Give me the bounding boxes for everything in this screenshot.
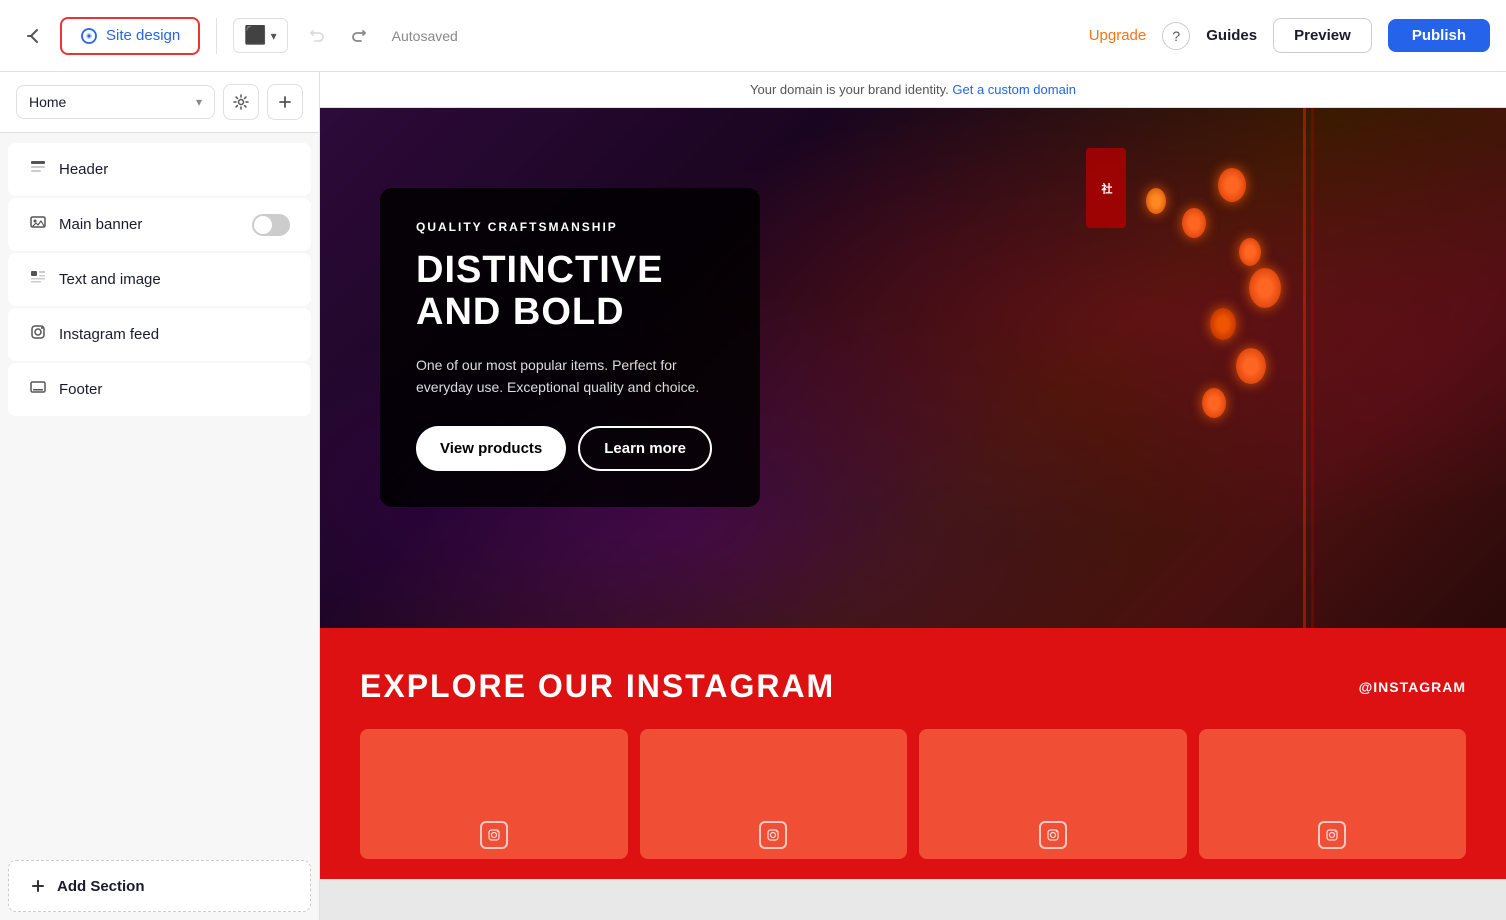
signage: 社	[1086, 148, 1126, 228]
sidebar-item-text-and-image[interactable]: Text and image	[8, 253, 311, 306]
instagram-card-1[interactable]	[360, 729, 628, 859]
guides-button[interactable]: Guides	[1206, 27, 1257, 44]
instagram-card-4[interactable]	[1199, 729, 1467, 859]
upgrade-link[interactable]: Upgrade	[1089, 27, 1147, 44]
instagram-card-3[interactable]	[919, 729, 1187, 859]
help-icon: ?	[1172, 28, 1180, 44]
canvas-area: Your domain is your brand identity. Get …	[320, 72, 1506, 920]
device-selector[interactable]: ⬛ ▾	[233, 18, 287, 53]
instagram-feed-label: Instagram feed	[59, 326, 159, 343]
lantern-6	[1210, 308, 1236, 340]
hero-description: One of our most popular items. Perfect f…	[416, 354, 724, 399]
lantern-5	[1249, 268, 1281, 308]
text-and-image-icon	[29, 268, 47, 291]
main-banner-toggle-area	[252, 214, 290, 236]
instagram-card-icon-2	[759, 821, 787, 849]
redo-button[interactable]	[340, 18, 376, 54]
publish-button[interactable]: Publish	[1388, 19, 1490, 52]
top-bar-right: Upgrade ? Guides Preview Publish	[1089, 18, 1490, 53]
instagram-card-2[interactable]	[640, 729, 908, 859]
sidebar-item-instagram-feed[interactable]: Instagram feed	[8, 308, 311, 361]
instagram-handle: @INSTAGRAM	[1359, 679, 1466, 695]
lantern-4	[1146, 188, 1166, 214]
instagram-card-icon-3	[1039, 821, 1067, 849]
instagram-feed-icon	[29, 323, 47, 346]
top-bar: Site design ⬛ ▾ Autosaved Upgrade ? Guid…	[0, 0, 1506, 72]
hero-section: 社 QUALITY CRAFTSMANSHIP DISTINCTIVE AND …	[320, 108, 1506, 628]
preview-button[interactable]: Preview	[1273, 18, 1372, 53]
instagram-card-icon-4	[1318, 821, 1346, 849]
undo-button[interactable]	[300, 18, 336, 54]
add-section-button[interactable]: Add Section	[8, 860, 311, 912]
domain-bar-text: Your domain is your brand identity.	[750, 82, 949, 97]
footer-label: Footer	[59, 381, 102, 398]
page-selector[interactable]: Home ▾	[16, 85, 215, 119]
top-bar-left: Site design	[16, 17, 200, 55]
divider-1	[216, 18, 217, 54]
device-chevron-icon: ▾	[271, 29, 277, 43]
hero-title: DISTINCTIVE AND BOLD	[416, 250, 724, 334]
main-banner-label: Main banner	[59, 216, 142, 233]
lantern-3	[1239, 238, 1261, 266]
lantern-2	[1182, 208, 1206, 238]
instagram-header: EXPLORE OUR INSTAGRAM @INSTAGRAM	[360, 668, 1466, 705]
get-custom-domain-link[interactable]: Get a custom domain	[952, 82, 1076, 97]
instagram-grid	[360, 729, 1466, 859]
site-design-button[interactable]: Site design	[60, 17, 200, 55]
footer-icon	[29, 378, 47, 401]
sidebar-header: Home ▾	[0, 72, 319, 133]
header-icon	[29, 158, 47, 181]
page-chevron-icon: ▾	[196, 95, 202, 109]
autosaved-status: Autosaved	[392, 28, 458, 44]
text-and-image-label: Text and image	[59, 271, 161, 288]
add-section-label: Add Section	[57, 878, 145, 895]
add-page-button[interactable]	[267, 84, 303, 120]
sidebar-item-header[interactable]: Header	[8, 143, 311, 196]
lantern-8	[1202, 388, 1226, 418]
view-products-button[interactable]: View products	[416, 426, 566, 471]
sidebar-item-main-banner[interactable]: Main banner	[8, 198, 311, 251]
help-button[interactable]: ?	[1162, 22, 1190, 50]
exit-button[interactable]	[16, 18, 52, 54]
hero-buttons: View products Learn more	[416, 426, 724, 471]
hero-subtitle: QUALITY CRAFTSMANSHIP	[416, 220, 724, 234]
main-area: Home ▾	[0, 72, 1506, 920]
page-settings-button[interactable]	[223, 84, 259, 120]
monitor-icon: ⬛	[244, 25, 266, 46]
hero-content-box: QUALITY CRAFTSMANSHIP DISTINCTIVE AND BO…	[380, 188, 760, 507]
vertical-accent	[1303, 108, 1306, 628]
history-buttons	[300, 18, 376, 54]
main-banner-toggle[interactable]	[252, 214, 290, 236]
page-name: Home	[29, 94, 66, 110]
main-banner-icon	[29, 213, 47, 236]
sidebar-item-footer[interactable]: Footer	[8, 363, 311, 416]
instagram-section: EXPLORE OUR INSTAGRAM @INSTAGRAM	[320, 628, 1506, 879]
instagram-card-icon-1	[480, 821, 508, 849]
section-list: Header Main banner	[0, 133, 319, 852]
header-label: Header	[59, 161, 108, 178]
site-preview: 社 QUALITY CRAFTSMANSHIP DISTINCTIVE AND …	[320, 108, 1506, 920]
learn-more-button[interactable]: Learn more	[578, 426, 712, 471]
lantern-1	[1218, 168, 1246, 202]
sidebar: Home ▾	[0, 72, 320, 920]
domain-bar: Your domain is your brand identity. Get …	[320, 72, 1506, 108]
instagram-title: EXPLORE OUR INSTAGRAM	[360, 668, 835, 705]
lantern-7	[1236, 348, 1266, 384]
